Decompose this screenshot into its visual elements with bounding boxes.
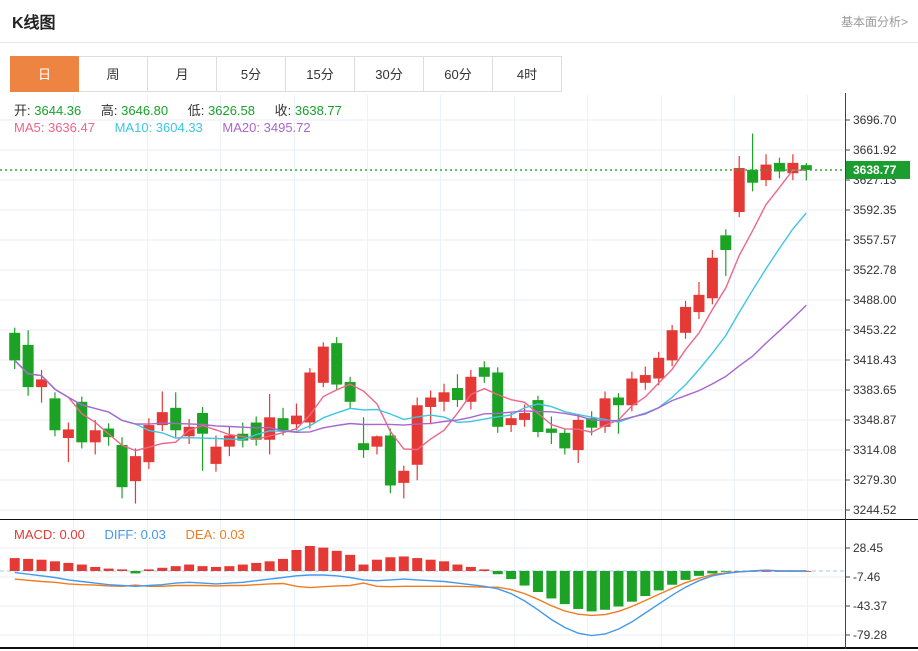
high-label: 高: — [100, 103, 118, 118]
low-value: 3626.58 — [208, 103, 255, 118]
svg-text:3383.65: 3383.65 — [853, 383, 897, 397]
diff-value: 0.03 — [140, 527, 166, 542]
svg-text:3696.70: 3696.70 — [853, 113, 897, 127]
svg-text:28.45: 28.45 — [853, 541, 883, 555]
macd-value: 0.00 — [59, 527, 85, 542]
ohlc-legend: 开: 3644.36 高: 3646.80 低: 3626.58 收: 3638… — [14, 100, 358, 119]
period-tabs: 日 周 月 5分 15分 30分 60分 4时 — [10, 56, 918, 92]
diff-label: DIFF: — [104, 527, 137, 542]
tab-30min[interactable]: 30分 — [355, 56, 424, 92]
svg-text:3279.30: 3279.30 — [853, 473, 897, 487]
fundamental-analysis-link[interactable]: 基本面分析> — [841, 13, 908, 30]
tab-15min[interactable]: 15分 — [286, 56, 355, 92]
ma5-label: MA5: — [14, 120, 45, 135]
ma10-value: 3604.33 — [155, 120, 203, 135]
svg-text:3418.43: 3418.43 — [853, 353, 897, 367]
ma-legend: MA5: 3636.47 MA10: 3604.33 MA20: 3495.72 — [14, 120, 327, 135]
svg-text:-43.37: -43.37 — [853, 599, 887, 613]
macd-legend: MACD: 0.00 DIFF: 0.03 DEA: 0.03 — [14, 527, 261, 542]
ma20-label: MA20: — [222, 120, 260, 135]
low-label: 低: — [187, 103, 205, 118]
header: K线图 基本面分析> — [0, 0, 918, 43]
open-value: 3644.36 — [34, 103, 82, 118]
high-value: 3646.80 — [121, 103, 169, 118]
tab-monthly[interactable]: 月 — [148, 56, 217, 92]
svg-text:3661.92: 3661.92 — [853, 143, 897, 157]
macd-label: MACD: — [14, 527, 56, 542]
svg-text:3592.35: 3592.35 — [853, 203, 897, 217]
tab-5min[interactable]: 5分 — [217, 56, 286, 92]
close-value: 3638.77 — [294, 103, 342, 118]
dea-label: DEA: — [185, 527, 216, 542]
tab-60min[interactable]: 60分 — [424, 56, 493, 92]
svg-text:3557.57: 3557.57 — [853, 233, 897, 247]
chart-area: 3696.70 3661.92 3627.13 3592.35 3557.57 3522.… — [0, 93, 918, 651]
dea-value: 0.03 — [219, 527, 245, 542]
page-title: K线图 — [12, 15, 56, 32]
tab-4hour[interactable]: 4时 — [493, 56, 562, 92]
svg-text:3453.22: 3453.22 — [853, 323, 897, 337]
svg-text:3244.52: 3244.52 — [853, 503, 897, 517]
ma20-value: 3495.72 — [263, 120, 311, 135]
svg-text:3348.87: 3348.87 — [853, 413, 897, 427]
svg-text:3522.78: 3522.78 — [853, 263, 897, 277]
ma10-label: MA10: — [114, 120, 153, 135]
svg-text:-79.28: -79.28 — [853, 628, 887, 642]
close-label: 收: — [274, 103, 292, 118]
svg-text:3314.08: 3314.08 — [853, 443, 897, 457]
ma5-value: 3636.47 — [47, 120, 95, 135]
tab-weekly[interactable]: 周 — [79, 56, 148, 92]
kline-chart[interactable]: 3696.703661.923627.133592.353557.573522.… — [0, 93, 918, 651]
tab-daily[interactable]: 日 — [10, 56, 79, 92]
svg-text:3488.00: 3488.00 — [853, 293, 897, 307]
open-label: 开: — [14, 103, 31, 118]
svg-text:-7.46: -7.46 — [853, 570, 881, 584]
svg-text:3638.77: 3638.77 — [853, 163, 897, 177]
